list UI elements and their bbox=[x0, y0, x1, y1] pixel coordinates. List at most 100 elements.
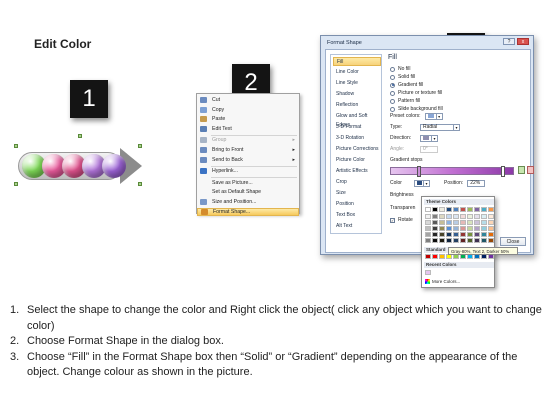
preset-colors-dropdown[interactable]: ▾ bbox=[424, 112, 443, 120]
theme-shade-swatch[interactable] bbox=[425, 238, 431, 243]
theme-shade-swatch[interactable] bbox=[439, 232, 445, 237]
theme-shade-swatch[interactable] bbox=[432, 232, 438, 237]
category-alt-text[interactable]: Alt Text bbox=[333, 222, 381, 231]
menu-item-set-as-default-shape[interactable]: Set as Default Shape bbox=[197, 188, 299, 196]
gradient-stop-handle[interactable] bbox=[417, 166, 421, 177]
theme-shade-swatch[interactable] bbox=[446, 226, 452, 231]
category-shadow[interactable]: Shadow bbox=[333, 90, 381, 99]
theme-color-swatch[interactable] bbox=[439, 207, 445, 212]
theme-color-swatch[interactable] bbox=[446, 207, 452, 212]
theme-shade-swatch[interactable] bbox=[453, 214, 459, 219]
theme-shade-swatch[interactable] bbox=[481, 226, 487, 231]
menu-item-format-shape[interactable]: Format Shape... bbox=[197, 207, 299, 216]
menu-item-copy[interactable]: Copy bbox=[197, 106, 299, 114]
theme-shade-swatch[interactable] bbox=[425, 214, 431, 219]
fill-option-picture-or-texture-fill[interactable]: Picture or texture fill bbox=[390, 89, 442, 97]
resize-handle[interactable] bbox=[138, 182, 142, 186]
theme-color-swatch[interactable] bbox=[453, 207, 459, 212]
theme-shade-swatch[interactable] bbox=[446, 214, 452, 219]
menu-item-hyperlink[interactable]: Hyperlink... bbox=[197, 167, 299, 175]
theme-color-swatch[interactable] bbox=[467, 207, 473, 212]
theme-shade-swatch[interactable] bbox=[488, 220, 494, 225]
theme-shade-swatch[interactable] bbox=[439, 220, 445, 225]
category-reflection[interactable]: Reflection bbox=[333, 101, 381, 110]
close-button[interactable]: Close bbox=[500, 237, 526, 246]
radio-button[interactable] bbox=[390, 74, 395, 80]
theme-shade-swatch[interactable] bbox=[432, 220, 438, 225]
theme-shade-swatch[interactable] bbox=[439, 214, 445, 219]
theme-color-swatch[interactable] bbox=[432, 207, 438, 212]
fill-option-gradient-fill[interactable]: Gradient fill bbox=[390, 81, 423, 89]
menu-item-cut[interactable]: Cut bbox=[197, 96, 299, 104]
category-crop[interactable]: Crop bbox=[333, 178, 381, 187]
recent-color-swatch[interactable] bbox=[425, 270, 431, 275]
theme-shade-swatch[interactable] bbox=[460, 226, 466, 231]
theme-color-swatch[interactable] bbox=[474, 207, 480, 212]
category-text-box[interactable]: Text Box bbox=[333, 211, 381, 220]
menu-item-size-and-position[interactable]: Size and Position... bbox=[197, 198, 299, 206]
theme-color-swatch[interactable] bbox=[425, 207, 431, 212]
theme-color-swatch[interactable] bbox=[488, 207, 494, 212]
category-artistic-effects[interactable]: Artistic Effects bbox=[333, 167, 381, 176]
standard-color-swatch[interactable] bbox=[439, 254, 445, 259]
category-glow-and-soft-edges[interactable]: Glow and Soft Edges bbox=[333, 112, 381, 128]
close-icon[interactable]: x bbox=[517, 38, 529, 45]
resize-handle[interactable] bbox=[14, 182, 18, 186]
theme-shade-swatch[interactable] bbox=[446, 232, 452, 237]
help-button[interactable]: ? bbox=[503, 38, 515, 45]
theme-shade-swatch[interactable] bbox=[488, 232, 494, 237]
theme-shade-swatch[interactable] bbox=[432, 238, 438, 243]
radio-button[interactable] bbox=[390, 106, 395, 112]
theme-shade-swatch[interactable] bbox=[446, 220, 452, 225]
radio-button[interactable] bbox=[390, 66, 395, 72]
gradient-stop-handle[interactable] bbox=[501, 166, 505, 177]
menu-item-group[interactable]: Group ▸ bbox=[197, 136, 299, 144]
theme-shade-swatch[interactable] bbox=[467, 220, 473, 225]
menu-item-paste[interactable]: Paste bbox=[197, 115, 299, 123]
selected-shape[interactable] bbox=[14, 134, 144, 186]
standard-color-swatch[interactable] bbox=[432, 254, 438, 259]
theme-shade-swatch[interactable] bbox=[453, 220, 459, 225]
theme-color-swatch[interactable] bbox=[460, 207, 466, 212]
fill-option-pattern-fill[interactable]: Pattern fill bbox=[390, 97, 420, 105]
theme-shade-swatch[interactable] bbox=[474, 214, 480, 219]
radio-button[interactable] bbox=[390, 98, 395, 104]
gradient-stops-bar[interactable] bbox=[390, 166, 514, 177]
category-position[interactable]: Position bbox=[333, 200, 381, 209]
theme-shade-swatch[interactable] bbox=[467, 226, 473, 231]
more-colors-item[interactable]: More Colors... bbox=[425, 279, 460, 284]
theme-shade-swatch[interactable] bbox=[432, 226, 438, 231]
theme-shade-swatch[interactable] bbox=[474, 220, 480, 225]
category-line-style[interactable]: Line Style bbox=[333, 79, 381, 88]
theme-shade-swatch[interactable] bbox=[474, 226, 480, 231]
theme-shade-swatch[interactable] bbox=[439, 238, 445, 243]
theme-shade-swatch[interactable] bbox=[481, 238, 487, 243]
category-3-d-format[interactable]: 3-D Format bbox=[333, 123, 381, 132]
menu-item-send-to-back[interactable]: Send to Back ▸ bbox=[197, 156, 299, 164]
theme-shade-swatch[interactable] bbox=[425, 232, 431, 237]
theme-color-swatch[interactable] bbox=[481, 207, 487, 212]
fill-option-solid-fill[interactable]: Solid fill bbox=[390, 73, 415, 81]
theme-shade-swatch[interactable] bbox=[481, 220, 487, 225]
type-dropdown[interactable]: Radial ▾ bbox=[420, 123, 460, 131]
category-fill[interactable]: Fill bbox=[333, 57, 381, 66]
theme-shade-swatch[interactable] bbox=[481, 214, 487, 219]
theme-shade-swatch[interactable] bbox=[488, 238, 494, 243]
category-picture-color[interactable]: Picture Color bbox=[333, 156, 381, 165]
theme-shade-swatch[interactable] bbox=[439, 226, 445, 231]
theme-shade-swatch[interactable] bbox=[460, 232, 466, 237]
angle-input[interactable]: 0° bbox=[420, 145, 438, 153]
theme-shade-swatch[interactable] bbox=[488, 226, 494, 231]
theme-shade-swatch[interactable] bbox=[460, 220, 466, 225]
theme-shade-swatch[interactable] bbox=[460, 214, 466, 219]
direction-dropdown[interactable]: ▾ bbox=[420, 134, 438, 142]
color-dropdown[interactable]: ▾ bbox=[414, 179, 430, 187]
theme-shade-swatch[interactable] bbox=[453, 238, 459, 243]
theme-shade-swatch[interactable] bbox=[453, 232, 459, 237]
theme-shade-swatch[interactable] bbox=[467, 238, 473, 243]
menu-item-bring-to-front[interactable]: Bring to Front ▸ bbox=[197, 146, 299, 154]
category-picture-corrections[interactable]: Picture Corrections bbox=[333, 145, 381, 154]
theme-shade-swatch[interactable] bbox=[425, 226, 431, 231]
radio-button[interactable] bbox=[390, 82, 395, 88]
theme-shade-swatch[interactable] bbox=[467, 214, 473, 219]
